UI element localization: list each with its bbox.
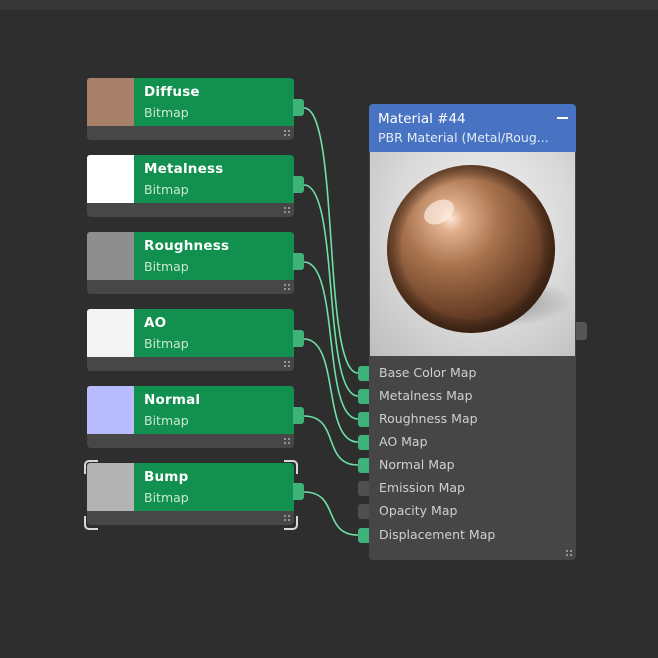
wire-ao-to-ao [303, 338, 359, 443]
copper-sphere-preview [387, 165, 572, 333]
node-title: Normal [144, 392, 201, 408]
node-diffuse[interactable]: Diffuse Bitmap [87, 78, 294, 140]
resize-grip-icon[interactable] [283, 206, 291, 214]
node-subtitle: Bitmap [144, 259, 189, 274]
material-output-port[interactable] [576, 322, 587, 340]
slot-base-color-map: Base Color Map [379, 365, 477, 380]
wire-metalness-to-metalness [303, 184, 359, 397]
node-header[interactable]: AO Bitmap [87, 309, 294, 357]
resize-grip-icon[interactable] [283, 360, 291, 368]
bump-output-port[interactable] [293, 483, 304, 500]
normal-output-port[interactable] [293, 407, 304, 424]
material-node[interactable]: Material #44 PBR Material (Metal/Roug... [369, 104, 576, 560]
slot-metalness-map: Metalness Map [379, 388, 473, 403]
ao-output-port[interactable] [293, 330, 304, 347]
displacement-input-port[interactable] [358, 528, 369, 543]
minus-icon[interactable] [557, 117, 568, 119]
normal-input-port[interactable] [358, 458, 369, 473]
wire-roughness-to-roughness [303, 261, 359, 420]
node-subtitle: Bitmap [144, 182, 189, 197]
node-bump[interactable]: Bump Bitmap [87, 463, 294, 525]
metalness-input-port[interactable] [358, 389, 369, 404]
roughness-input-port[interactable] [358, 412, 369, 427]
node-title: Diffuse [144, 84, 200, 100]
wire-normal-to-normal [303, 415, 359, 466]
node-subtitle: Bitmap [144, 336, 189, 351]
wire-diffuse-to-base-color [303, 107, 359, 374]
canvas-top-bar [0, 0, 658, 10]
roughness-swatch [87, 232, 134, 280]
node-header[interactable]: Metalness Bitmap [87, 155, 294, 203]
opacity-input-port[interactable] [358, 504, 369, 519]
node-roughness[interactable]: Roughness Bitmap [87, 232, 294, 294]
material-preview [370, 152, 575, 356]
ao-swatch [87, 309, 134, 357]
slot-roughness-map: Roughness Map [379, 411, 478, 426]
slot-displacement-map: Displacement Map [379, 527, 496, 542]
node-subtitle: Bitmap [144, 413, 189, 428]
slot-opacity-map: Opacity Map [379, 503, 458, 518]
node-title: Bump [144, 469, 189, 485]
resize-grip-icon[interactable] [565, 549, 573, 557]
ao-input-port[interactable] [358, 435, 369, 450]
selection-bracket [84, 516, 98, 530]
node-header[interactable]: Diffuse Bitmap [87, 78, 294, 126]
selection-bracket [84, 460, 98, 474]
material-node-header[interactable]: Material #44 PBR Material (Metal/Roug... [369, 104, 576, 152]
node-normal[interactable]: Normal Bitmap [87, 386, 294, 448]
resize-grip-icon[interactable] [283, 129, 291, 137]
wire-bump-to-displacement [303, 491, 359, 536]
slot-emission-map: Emission Map [379, 480, 465, 495]
node-ao[interactable]: AO Bitmap [87, 309, 294, 371]
base-color-input-port[interactable] [358, 366, 369, 381]
metalness-swatch [87, 155, 134, 203]
resize-grip-icon[interactable] [283, 283, 291, 291]
node-subtitle: Bitmap [144, 105, 189, 120]
slot-normal-map: Normal Map [379, 457, 455, 472]
node-subtitle: Bitmap [144, 490, 189, 505]
selection-bracket [284, 460, 298, 474]
node-title: Metalness [144, 161, 224, 177]
node-header[interactable]: Roughness Bitmap [87, 232, 294, 280]
node-header[interactable]: Bump Bitmap [87, 463, 294, 511]
material-subtitle: PBR Material (Metal/Roug... [378, 130, 549, 145]
selection-bracket [284, 516, 298, 530]
node-header[interactable]: Normal Bitmap [87, 386, 294, 434]
slot-ao-map: AO Map [379, 434, 428, 449]
material-title: Material #44 [378, 111, 466, 127]
normal-swatch [87, 386, 134, 434]
metalness-output-port[interactable] [293, 176, 304, 193]
emission-input-port[interactable] [358, 481, 369, 496]
node-metalness[interactable]: Metalness Bitmap [87, 155, 294, 217]
diffuse-output-port[interactable] [293, 99, 304, 116]
diffuse-swatch [87, 78, 134, 126]
resize-grip-icon[interactable] [283, 437, 291, 445]
node-title: Roughness [144, 238, 230, 254]
node-title: AO [144, 315, 167, 331]
roughness-output-port[interactable] [293, 253, 304, 270]
